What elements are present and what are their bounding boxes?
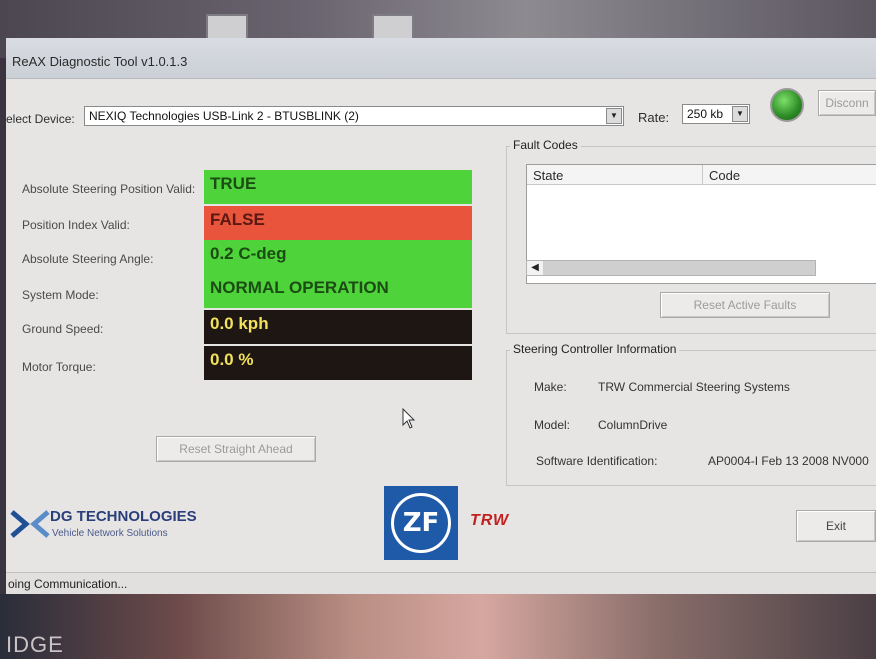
- zf-mark: ZF: [391, 493, 451, 553]
- photo-background-bottom: IDGE: [0, 594, 876, 659]
- reset-active-faults-button[interactable]: Reset Active Faults: [660, 292, 830, 318]
- reset-active-faults-label: Reset Active Faults: [693, 298, 797, 312]
- device-select[interactable]: NEXIQ Technologies USB-Link 2 - BTUSBLIN…: [84, 106, 624, 126]
- rate-label: Rate:: [638, 110, 670, 125]
- connection-status-led: [770, 88, 804, 122]
- controller-info-title: Steering Controller Information: [510, 342, 680, 356]
- param-label: Ground Speed:: [22, 322, 104, 336]
- make-label: Make:: [534, 380, 567, 394]
- photo-text: IDGE: [6, 632, 64, 657]
- exit-button-label: Exit: [825, 519, 846, 533]
- fault-codes-title: Fault Codes: [510, 138, 581, 152]
- param-value-system-mode: NORMAL OPERATION: [204, 274, 472, 308]
- disconnect-button-label: Disconn: [825, 96, 869, 110]
- device-label: elect Device:: [6, 112, 75, 126]
- app-window: ReAX Diagnostic Tool v1.0.1.3 elect Devi…: [6, 38, 876, 594]
- trw-logo: TRW: [470, 512, 510, 529]
- horizontal-scrollbar[interactable]: ◀: [526, 260, 816, 276]
- reset-straight-ahead-button[interactable]: Reset Straight Ahead: [156, 436, 316, 462]
- param-label: System Mode:: [22, 288, 99, 302]
- disconnect-button[interactable]: Disconn: [818, 90, 876, 116]
- param-value-steering-valid: TRUE: [204, 170, 472, 204]
- status-bar: oing Communication...: [6, 572, 876, 594]
- model-label: Model:: [534, 418, 571, 432]
- status-text: oing Communication...: [8, 577, 128, 591]
- title-bar: ReAX Diagnostic Tool v1.0.1.3: [6, 38, 876, 79]
- model-value: ColumnDrive: [598, 418, 668, 432]
- param-value-steering-angle: 0.2 C-deg: [204, 240, 472, 274]
- param-label: Motor Torque:: [22, 360, 96, 374]
- param-value-motor-torque: 0.0 %: [204, 346, 472, 380]
- software-id-label: Software Identification:: [536, 454, 658, 468]
- scroll-left-icon[interactable]: ◀: [527, 261, 543, 275]
- mouse-cursor-icon: [402, 408, 416, 429]
- dg-company-name: DG TECHNOLOGIES: [50, 508, 197, 525]
- param-value-ground-speed: 0.0 kph: [204, 310, 472, 344]
- param-value-position-index: FALSE: [204, 206, 472, 240]
- column-header-code[interactable]: Code: [703, 165, 876, 185]
- zf-logo: ZF: [384, 486, 458, 560]
- make-value: TRW Commercial Steering Systems: [598, 380, 790, 394]
- chevron-down-icon[interactable]: ▼: [606, 108, 622, 124]
- param-label: Absolute Steering Position Valid:: [22, 182, 196, 196]
- dg-technologies-logo: DG TECHNOLOGIES Vehicle Network Solution…: [10, 504, 200, 548]
- device-select-value: NEXIQ Technologies USB-Link 2 - BTUSBLIN…: [89, 109, 359, 123]
- column-header-state[interactable]: State: [527, 165, 703, 185]
- param-label: Position Index Valid:: [22, 218, 130, 232]
- dg-logo-icon: [10, 510, 50, 538]
- reset-straight-ahead-label: Reset Straight Ahead: [179, 442, 293, 456]
- window-title: ReAX Diagnostic Tool v1.0.1.3: [12, 54, 188, 69]
- param-label: Absolute Steering Angle:: [22, 252, 154, 266]
- chevron-down-icon[interactable]: ▼: [732, 106, 748, 122]
- software-id-value: AP0004-I Feb 13 2008 NV000: [708, 454, 869, 468]
- dg-tagline: Vehicle Network Solutions: [52, 528, 168, 539]
- exit-button[interactable]: Exit: [796, 510, 876, 542]
- rate-select-value: 250 kb: [687, 107, 724, 121]
